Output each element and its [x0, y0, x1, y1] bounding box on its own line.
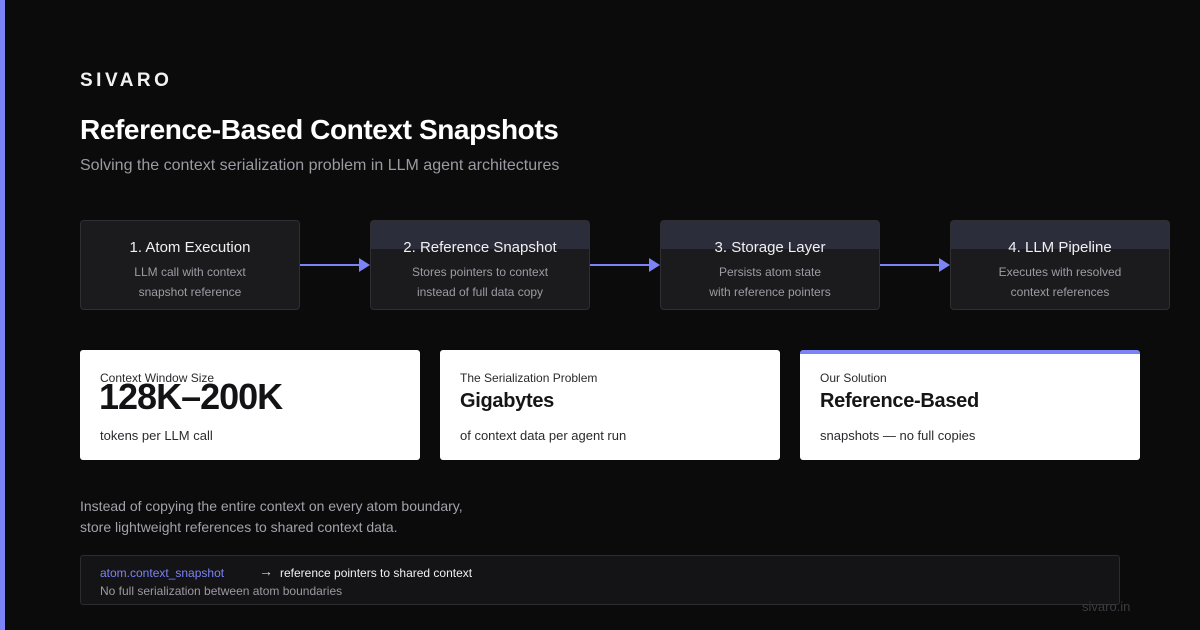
code-identifier: atom.context_snapshot [100, 566, 225, 580]
step-title: 3. Storage Layer [714, 239, 826, 256]
card-description: snapshots — no full copies [820, 428, 976, 443]
code-callout: atom.context_snapshot → reference pointe… [80, 555, 1120, 605]
card-value: Reference-Based [820, 390, 979, 412]
step-desc-line: context references [1010, 285, 1110, 299]
step-desc-line: snapshot reference [138, 285, 242, 299]
flow-arrow-icon [300, 258, 370, 272]
flow-step-llm-pipeline: 4. LLM Pipeline Executes with resolved c… [950, 220, 1170, 310]
step-description: Persists atom state with reference point… [661, 262, 879, 302]
step-desc-line: instead of full data copy [416, 285, 544, 299]
card-label: Our Solution [820, 371, 887, 385]
step-desc-line: Executes with resolved [998, 265, 1122, 279]
flow-step-atom-execution: 1. Atom Execution LLM call with context … [80, 220, 300, 310]
note-line: Instead of copying the entire context on… [80, 498, 463, 514]
step-title: 1. Atom Execution [129, 239, 251, 256]
right-arrow-icon: → [259, 563, 273, 579]
card-label: The Serialization Problem [460, 371, 598, 385]
stat-card-serialization-problem: The Serialization Problem Gigabytes of c… [440, 350, 780, 460]
card-description: of context data per agent run [460, 428, 627, 443]
note-line: store lightweight references to shared c… [80, 519, 398, 535]
step-title: 2. Reference Snapshot [403, 239, 557, 256]
page-subtitle: Solving the context serialization proble… [80, 157, 560, 174]
flow-diagram: 1. Atom Execution LLM call with context … [80, 220, 1170, 310]
flow-arrow-icon [880, 258, 950, 272]
flow-step-storage-layer: 3. Storage Layer Persists atom state wit… [660, 220, 880, 310]
step-desc-line: LLM call with context [134, 265, 246, 279]
brand-logo: SIVARO [80, 70, 173, 91]
code-note: No full serialization between atom bound… [100, 584, 343, 598]
stat-card-solution: Our Solution Reference-Based snapshots —… [800, 350, 1140, 460]
flow-arrow-icon [590, 258, 660, 272]
card-value: 128K–200K [99, 376, 283, 417]
page-title: Reference-Based Context Snapshots [80, 114, 559, 145]
card-value: Gigabytes [460, 390, 554, 412]
stat-card-context-window: Context Window Size 128K–200K tokens per… [80, 350, 420, 460]
step-title: 4. LLM Pipeline [1008, 239, 1112, 256]
step-desc-line: Stores pointers to context [411, 265, 549, 279]
accent-bar [0, 0, 5, 630]
step-description: Stores pointers to context instead of fu… [371, 262, 589, 302]
card-description: tokens per LLM call [100, 428, 213, 443]
footer-url: sivaro.in [1082, 599, 1131, 614]
step-desc-line: Persists atom state [718, 265, 822, 279]
step-description: LLM call with context snapshot reference [81, 262, 299, 302]
explanation-note: Instead of copying the entire context on… [80, 496, 463, 538]
step-desc-line: with reference pointers [709, 285, 831, 299]
flow-step-reference-snapshot: 2. Reference Snapshot Stores pointers to… [370, 220, 590, 310]
code-description: reference pointers to shared context [280, 566, 473, 580]
step-description: Executes with resolved context reference… [951, 262, 1169, 302]
